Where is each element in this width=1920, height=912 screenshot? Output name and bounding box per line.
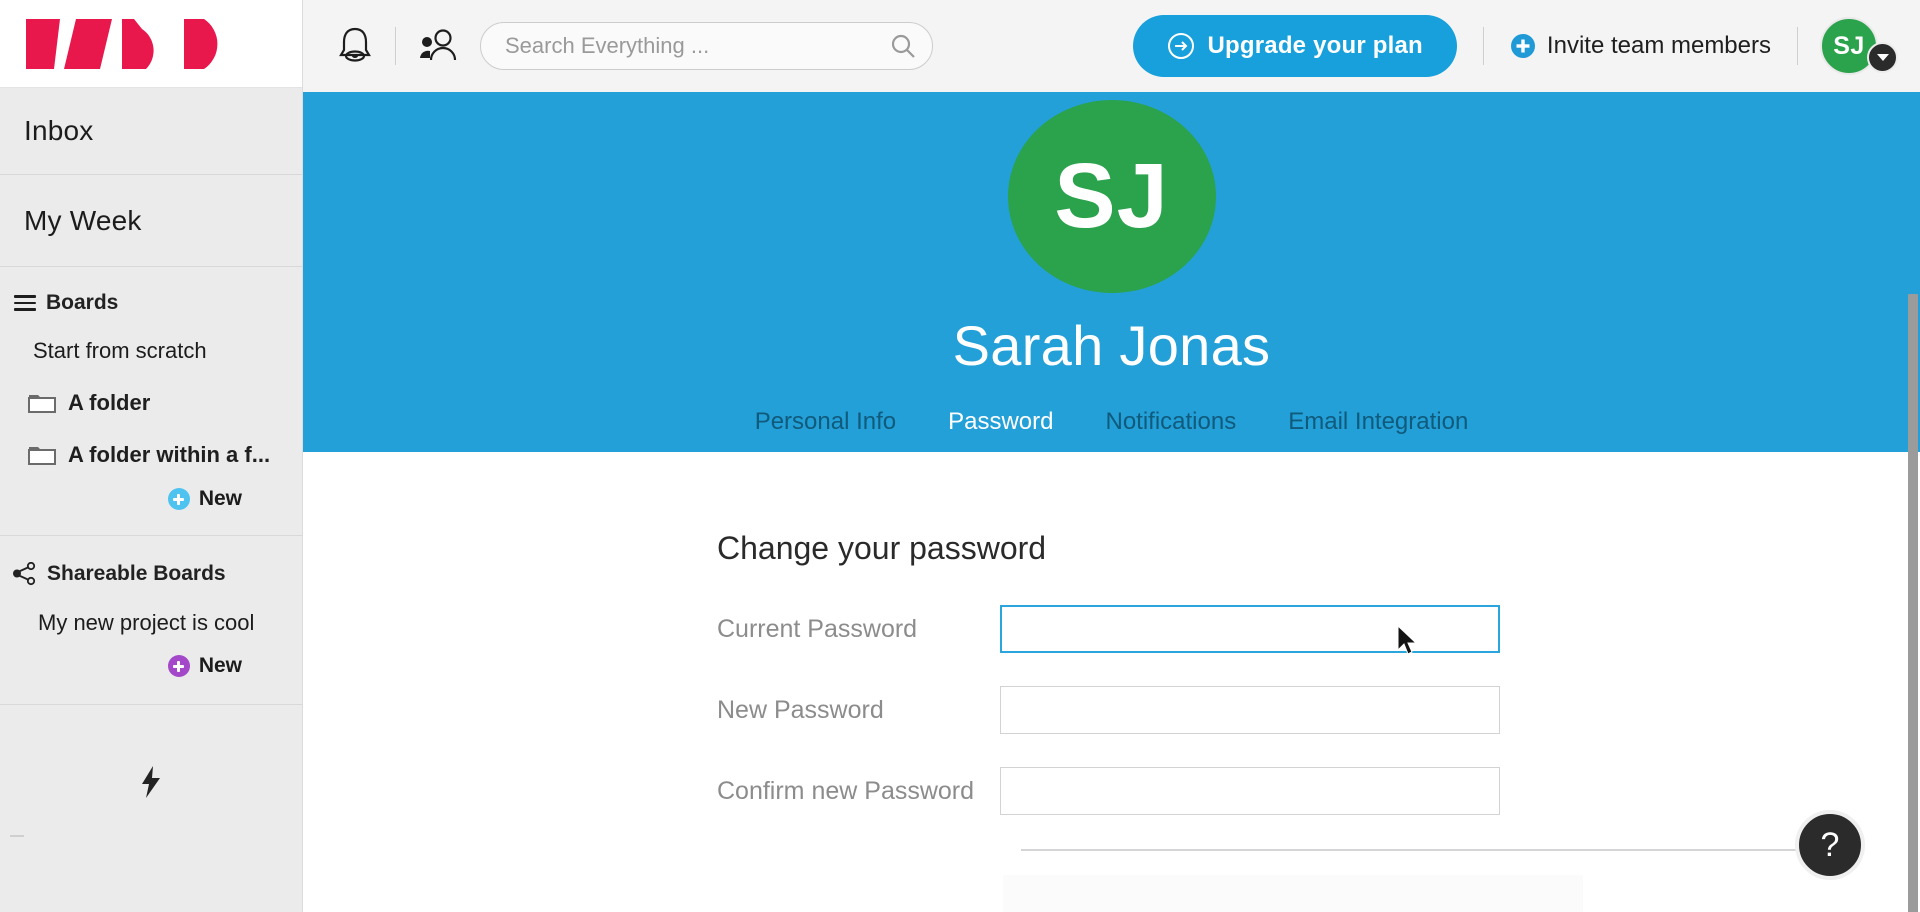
invite-team-members-label: Invite team members [1546,32,1771,59]
confirm-password-label: Confirm new Password [717,776,975,805]
field-row-current-password: Current Password [303,605,1920,653]
tab-label: Email Integration [1288,408,1469,435]
sidebar-item-inbox[interactable]: Inbox [0,88,302,174]
top-bar: Upgrade your plan Invite team members SJ [303,0,1920,92]
search-input[interactable] [505,33,890,59]
app-logo[interactable] [0,0,302,88]
lightning-bolt-icon[interactable] [138,765,164,804]
current-password-label: Current Password [717,614,918,643]
sidebar-folder-label: A folder [68,390,151,415]
sidebar-folder-a-folder[interactable]: A folder [0,377,302,429]
sidebar-boards-new-label: New [198,487,242,510]
tab-password[interactable]: Password [922,408,1080,457]
sidebar-section-boards: Boards Start from scratch A folder A fol… [0,267,302,536]
profile-tabs: Personal Info Password Notifications Ema… [729,408,1495,457]
form-divider [1021,849,1801,851]
scrollbar-thumb[interactable] [1908,294,1918,912]
change-password-form: Change your password Current Password Ne… [303,452,1920,912]
search-icon [891,34,915,58]
sidebar-section-shareable: Shareable Boards My new project is cool … [0,536,302,705]
plus-circle-icon [1510,34,1535,58]
sidebar-shareable-board-label: My new project is cool [38,610,255,635]
upgrade-plan-label: Upgrade your plan [1207,32,1423,59]
form-footer-placeholder [1003,875,1583,912]
field-row-new-password: New Password [303,686,1920,734]
new-password-input[interactable] [1000,686,1500,734]
notification-bell-icon[interactable] [337,25,373,67]
invite-team-members-button[interactable]: Invite team members [1510,32,1771,60]
sidebar-section-my-week: My Week [0,175,302,267]
confirm-password-input[interactable] [1000,767,1500,815]
page-title: Sarah Jonas [952,314,1271,377]
sidebar-board-label: Start from scratch [33,338,207,363]
plus-circle-icon [167,488,190,510]
question-mark-icon: ? [1820,825,1840,864]
profile-hero: SJ Sarah Jonas Personal Info Password No… [303,92,1920,457]
sidebar-boards-header[interactable]: Boards [0,281,302,325]
sidebar-boards-label: Boards [46,291,119,314]
sidebar-item-my-week-label: My Week [24,204,142,236]
hamburger-icon [14,291,36,315]
field-row-confirm-password: Confirm new Password [303,767,1920,815]
folder-icon [28,395,56,413]
arrow-right-circle-icon [1168,33,1195,59]
monday-logo-icon [26,18,218,69]
sidebar-shareable-new-label: New [198,654,242,677]
tab-label: Password [948,408,1054,435]
share-icon [13,562,36,586]
sidebar-shareable-board-item[interactable]: My new project is cool [0,598,302,648]
help-button[interactable]: ? [1795,810,1865,880]
sidebar-footer [0,705,302,912]
sidebar-collapse-handle[interactable] [10,835,24,837]
app-root: Inbox My Week Boards Start from scratch [0,0,1920,912]
sidebar-folder-nested[interactable]: A folder within a f... [0,429,302,481]
upgrade-plan-button[interactable]: Upgrade your plan [1133,15,1457,77]
team-members-icon[interactable] [418,28,458,64]
tab-personal-info[interactable]: Personal Info [729,408,922,452]
main-content: SJ Sarah Jonas Personal Info Password No… [303,92,1920,912]
chevron-down-icon[interactable] [1867,41,1898,73]
tab-label: Personal Info [754,408,897,435]
tab-notifications[interactable]: Notifications [1079,408,1262,452]
current-password-input[interactable] [1000,605,1500,653]
toolbar-divider [1482,27,1484,65]
toolbar-divider [1797,27,1798,65]
toolbar-divider [395,27,396,65]
sidebar-shareable-header[interactable]: Shareable Boards [0,552,302,598]
sidebar-folder-label: A folder within a f... [68,442,271,467]
profile-avatar-initials: SJ [1054,145,1169,247]
sidebar-shareable-label: Shareable Boards [47,562,226,585]
sidebar-section-inbox: Inbox [0,88,302,175]
form-heading: Change your password [717,530,1047,566]
new-password-label: New Password [717,695,884,724]
tab-label: Notifications [1105,408,1237,435]
sidebar-item-inbox-label: Inbox [24,115,94,146]
sidebar-boards-new-button[interactable]: New [0,481,302,513]
sidebar: Inbox My Week Boards Start from scratch [0,0,303,912]
search-bar[interactable] [480,22,933,70]
avatar-initials: SJ [1833,31,1865,60]
plus-circle-icon [167,655,190,677]
sidebar-shareable-new-button[interactable]: New [0,648,302,680]
vertical-scrollbar[interactable] [1906,184,1920,912]
profile-avatar[interactable]: SJ [1007,100,1216,293]
tab-email-integration[interactable]: Email Integration [1262,408,1494,452]
folder-icon [28,447,56,465]
sidebar-item-my-week[interactable]: My Week [0,175,302,266]
sidebar-board-start-from-scratch[interactable]: Start from scratch [0,325,302,377]
user-menu[interactable]: SJ [1820,17,1898,75]
